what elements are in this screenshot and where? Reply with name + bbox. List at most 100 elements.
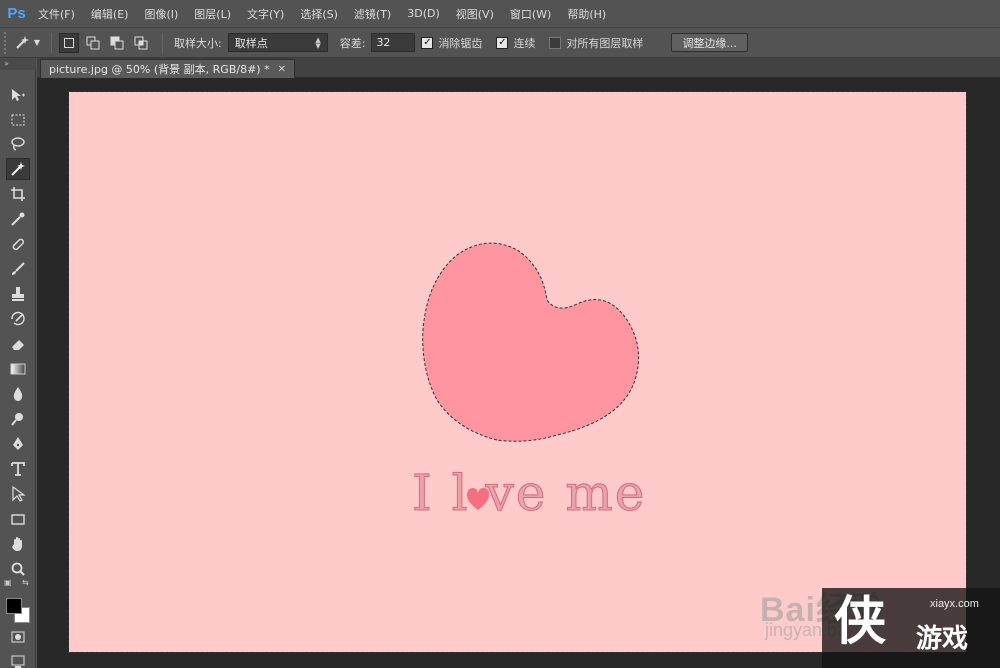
canvas-workspace[interactable]: I l ve me [37, 78, 1000, 668]
water-drop-icon [13, 387, 23, 401]
separator [162, 32, 163, 53]
options-bar: ▼ 取样大小: 取样点 ▲ ▼ 容差: 32 ✓ 消除锯齿 ✓ 连续 对所有图层取… [0, 27, 1000, 58]
clone-stamp-tool[interactable] [6, 283, 30, 305]
chevron-down-icon: ▼ [33, 38, 41, 47]
document-canvas[interactable]: I l ve me [68, 91, 967, 653]
type-tool[interactable] [6, 458, 30, 480]
history-brush-icon [11, 311, 25, 326]
separator [51, 32, 52, 53]
sample-all-layers-checkbox[interactable]: 对所有图层取样 [549, 35, 643, 51]
add-to-selection-button[interactable] [83, 33, 103, 53]
checkmark-icon: ✓ [421, 36, 434, 49]
document-tab-title: picture.jpg @ 50% (背景 副本, RGB/8#) * [49, 63, 270, 76]
contiguous-checkbox[interactable]: ✓ 连续 [496, 35, 535, 51]
love-text: I l ve me [412, 464, 652, 534]
anti-alias-label: 消除锯齿 [438, 36, 483, 50]
contiguous-label: 连续 [513, 36, 536, 50]
anti-alias-checkbox[interactable]: ✓ 消除锯齿 [421, 35, 482, 51]
refine-edge-button[interactable]: 调整边缘... [671, 33, 748, 52]
eyedropper-icon [11, 212, 25, 226]
dodge-icon [11, 413, 23, 426]
hand-tool[interactable] [6, 533, 30, 555]
sample-size-label: 取样大小: [174, 36, 222, 50]
tolerance-label: 容差: [339, 36, 366, 50]
eraser-tool[interactable] [6, 333, 30, 355]
site-watermark: 侠 xiayx.com 游戏 [822, 588, 1000, 668]
menu-select[interactable]: 选择(S) [292, 6, 346, 22]
lasso-icon [11, 137, 25, 151]
menu-edit[interactable]: 编辑(E) [83, 6, 137, 22]
toolbar-collapse-handle[interactable]: » [0, 58, 36, 70]
select-arrows-icon: ▲ ▼ [315, 35, 321, 50]
site-logo-glyph: 侠 [834, 592, 887, 652]
quick-mask-button[interactable] [6, 626, 30, 648]
tool-preset-picker[interactable]: ▼ [10, 32, 44, 54]
new-selection-button[interactable] [59, 32, 79, 53]
document-tab[interactable]: picture.jpg @ 50% (背景 副本, RGB/8#) * ✕ [40, 59, 295, 78]
crop-icon [11, 187, 25, 201]
new-selection-icon [64, 37, 74, 48]
sample-all-layers-label: 对所有图层取样 [566, 36, 644, 50]
menu-file[interactable]: 文件(F) [30, 6, 83, 22]
rectangle-tool[interactable] [6, 508, 30, 530]
quick-mask-icon [11, 631, 25, 643]
sample-size-value: 取样点 [234, 36, 268, 50]
site-domain: xiayx.com [930, 598, 979, 610]
zoom-tool[interactable] [6, 558, 30, 580]
eraser-icon [12, 340, 24, 350]
menu-view[interactable]: 视图(V) [448, 6, 502, 22]
document-tab-bar: picture.jpg @ 50% (背景 副本, RGB/8#) * ✕ [37, 58, 1000, 78]
stamp-icon [12, 287, 24, 301]
gradient-tool[interactable] [6, 358, 30, 380]
gradient-icon [10, 363, 26, 375]
intersect-selection-icon [134, 36, 148, 49]
photoshop-logo: Ps [7, 5, 26, 22]
swap-colors-icon[interactable]: ⇆ [22, 578, 29, 587]
foreground-color-swatch[interactable] [6, 598, 22, 614]
sample-size-select[interactable]: 取样点 ▲ ▼ [227, 33, 328, 52]
arrow-cursor-icon [12, 486, 26, 502]
close-icon[interactable]: ✕ [278, 64, 286, 75]
menu-help[interactable]: 帮助(H) [559, 6, 614, 22]
move-icon [12, 89, 25, 101]
subtract-selection-button[interactable] [107, 33, 127, 53]
bandage-icon [12, 238, 25, 251]
love-text-start: I l [412, 464, 470, 523]
heart-shape [422, 242, 640, 442]
menu-type[interactable]: 文字(Y) [239, 6, 292, 22]
crop-tool[interactable] [6, 183, 30, 205]
add-selection-icon [86, 36, 100, 49]
magnifier-icon [11, 562, 25, 576]
brush-icon [12, 262, 25, 275]
blur-tool[interactable] [6, 383, 30, 405]
intersect-selection-button[interactable] [131, 33, 151, 53]
screen-mode-icon [11, 655, 25, 668]
brush-tool[interactable] [6, 258, 30, 280]
screen-mode-button[interactable] [6, 650, 30, 668]
default-colors-icon[interactable]: ▣ [4, 578, 12, 587]
subtract-selection-icon [110, 36, 124, 49]
marquee-tool[interactable] [6, 109, 30, 131]
menu-filter[interactable]: 滤镜(T) [346, 6, 399, 22]
history-brush-tool[interactable] [6, 308, 30, 330]
healing-brush-tool[interactable] [6, 233, 30, 255]
menu-window[interactable]: 窗口(W) [502, 6, 559, 22]
menu-bar: Ps 文件(F) 编辑(E) 图像(I) 图层(L) 文字(Y) 选择(S) 滤… [0, 0, 1000, 27]
move-tool[interactable] [6, 84, 30, 106]
lasso-tool[interactable] [6, 133, 30, 155]
love-text-end: ve me [485, 464, 647, 523]
menu-image[interactable]: 图像(I) [136, 6, 186, 22]
rectangle-icon [11, 514, 25, 525]
path-selection-tool[interactable] [6, 483, 30, 505]
dodge-tool[interactable] [6, 408, 30, 430]
pen-tool[interactable] [6, 433, 30, 455]
checkmark-icon: ✓ [496, 36, 509, 49]
magic-wand-tool[interactable] [6, 158, 30, 180]
rectangle-marquee-icon [11, 114, 25, 126]
eyedropper-tool[interactable] [6, 208, 30, 230]
tolerance-input[interactable]: 32 [371, 33, 416, 52]
magic-wand-icon [16, 35, 29, 49]
magic-wand-icon [11, 162, 25, 176]
menu-3d[interactable]: 3D(D) [399, 7, 448, 20]
menu-layer[interactable]: 图层(L) [186, 6, 239, 22]
